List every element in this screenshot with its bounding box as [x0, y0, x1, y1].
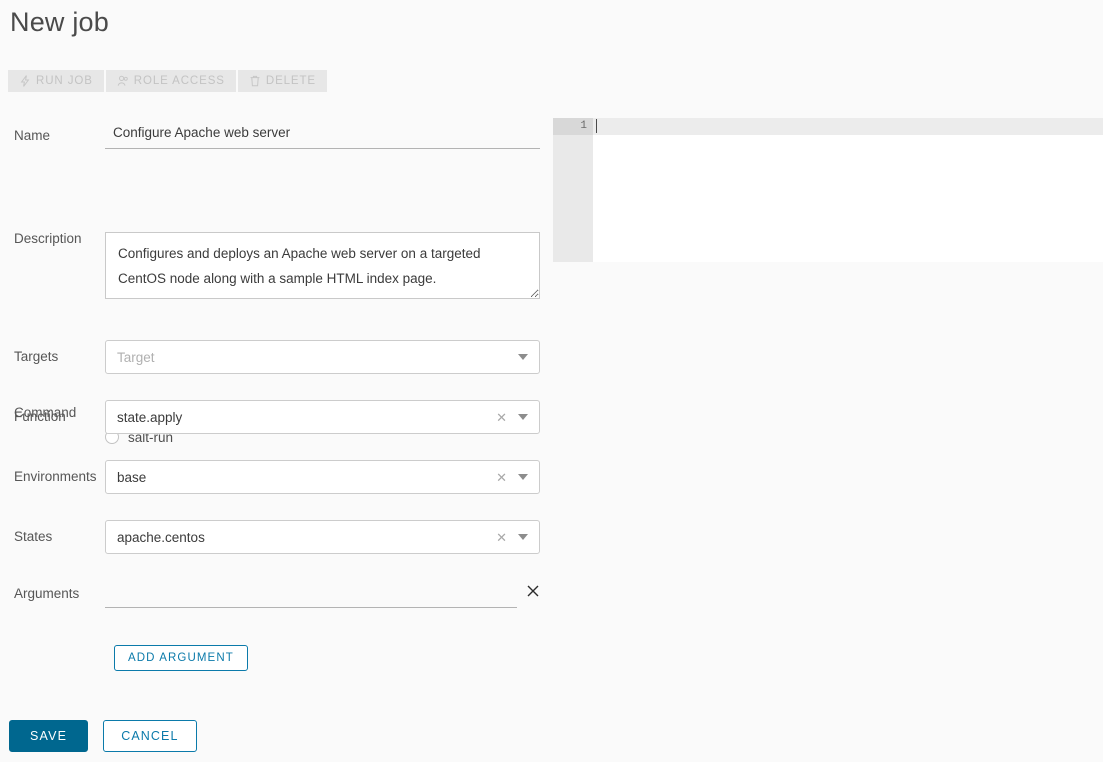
chevron-down-icon-function — [518, 414, 528, 420]
targets-label: Targets — [14, 349, 59, 364]
role-access-button[interactable]: ROLE ACCESS — [105, 70, 238, 92]
environments-row: Environments base ✕ — [0, 460, 560, 520]
environments-label: Environments — [14, 469, 97, 484]
name-label: Name — [14, 128, 51, 143]
clear-icon-states[interactable]: ✕ — [490, 531, 513, 544]
arguments-label: Arguments — [14, 586, 80, 601]
trash-icon — [249, 75, 261, 87]
function-row: Function state.apply ✕ — [0, 400, 560, 460]
description-row: Description — [0, 166, 560, 299]
add-argument-button[interactable]: ADD ARGUMENT — [114, 645, 248, 671]
clear-icon-environments[interactable]: ✕ — [490, 471, 513, 484]
states-value: apache.centos — [117, 529, 205, 545]
environments-select[interactable]: base ✕ — [105, 460, 540, 494]
text-cursor — [596, 119, 597, 133]
function-value: state.apply — [117, 409, 183, 425]
function-select[interactable]: state.apply ✕ — [105, 400, 540, 434]
editor-code-area[interactable] — [593, 118, 1103, 262]
states-label: States — [14, 529, 53, 544]
chevron-down-icon-states — [518, 534, 528, 540]
page-title: New job — [10, 7, 109, 37]
job-form: Name Description Command salt salt-run — [0, 110, 560, 445]
editor-gutter: 1 — [553, 118, 593, 262]
cancel-button[interactable]: CANCEL — [103, 720, 197, 752]
name-row: Name — [0, 110, 560, 166]
targets-row: Targets Target — [0, 340, 560, 400]
chevron-down-icon-environments — [518, 474, 528, 480]
environments-value: base — [117, 469, 147, 485]
chevron-down-icon-targets — [518, 354, 528, 360]
delete-label: DELETE — [265, 75, 316, 87]
delete-button[interactable]: DELETE — [237, 70, 327, 92]
users-icon — [117, 75, 129, 87]
code-editor[interactable]: 1 — [553, 118, 1103, 262]
name-input[interactable] — [105, 121, 540, 149]
job-toolbar: RUN JOB ROLE ACCESS DELETE — [8, 70, 327, 92]
clear-icon-function[interactable]: ✕ — [490, 411, 513, 424]
targets-value: Target — [117, 349, 155, 365]
save-button[interactable]: SAVE — [9, 720, 89, 752]
argument-input[interactable] — [105, 580, 517, 608]
editor-active-line — [593, 118, 1103, 135]
run-job-label: RUN JOB — [36, 75, 93, 87]
lightning-bolt-icon — [19, 75, 31, 87]
editor-line-number: 1 — [553, 118, 593, 135]
arguments-row: Arguments — [0, 580, 560, 640]
remove-argument-icon[interactable] — [525, 583, 543, 601]
add-argument-wrap: ADD ARGUMENT — [114, 645, 248, 671]
states-select[interactable]: apache.centos ✕ — [105, 520, 540, 554]
states-row: States apache.centos ✕ — [0, 520, 560, 580]
role-access-label: ROLE ACCESS — [133, 75, 225, 87]
targets-select[interactable]: Target — [105, 340, 540, 374]
description-label: Description — [14, 231, 82, 246]
footer-actions: SAVE CANCEL — [9, 720, 197, 752]
run-job-button[interactable]: RUN JOB — [8, 70, 106, 92]
function-label: Function — [14, 409, 66, 424]
command-row: Command salt salt-run — [0, 243, 560, 445]
